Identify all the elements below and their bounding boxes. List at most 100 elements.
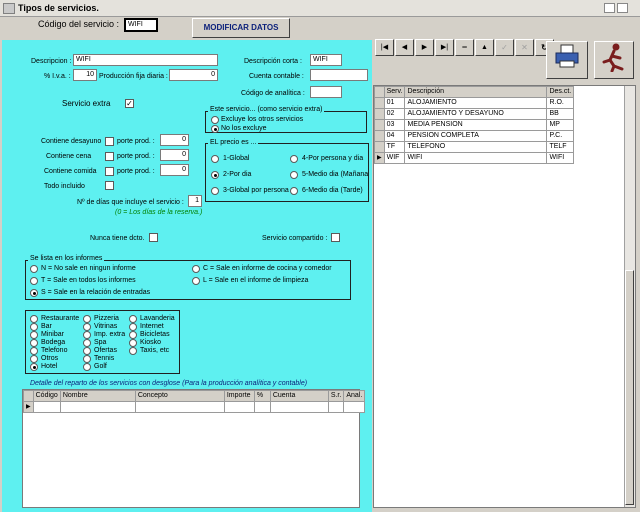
cell-desct[interactable]: BB <box>546 108 575 120</box>
categoria-radio-2-4[interactable] <box>129 347 137 355</box>
descripcion-input[interactable]: WIFI <box>73 54 218 66</box>
prev-record-icon[interactable]: ◀ <box>395 39 414 56</box>
col-codigo[interactable]: Código <box>32 390 61 402</box>
col-sr[interactable]: S.r. <box>327 390 345 402</box>
categoria-radio-2-0[interactable] <box>129 315 137 323</box>
informe-c-radio[interactable] <box>192 265 200 273</box>
col-nombre[interactable]: Nombre <box>59 390 136 402</box>
categoria-radio-1-5[interactable] <box>83 355 91 363</box>
cell-serv[interactable]: 01 <box>383 97 406 109</box>
table-row[interactable]: ▶ WIF WIFI WIFI <box>374 152 575 164</box>
desc-corta-input[interactable]: WIFI <box>310 54 342 66</box>
precio-medio-tarde-radio[interactable] <box>290 187 298 195</box>
produccion-input[interactable]: 0 <box>169 69 218 81</box>
col-importe[interactable]: Importe <box>223 390 255 402</box>
cell-desct[interactable]: P.C. <box>546 130 575 142</box>
last-record-icon[interactable]: ▶| <box>435 39 454 56</box>
col-descripcion[interactable]: Descripción <box>404 86 548 98</box>
col-porcentaje[interactable]: % <box>253 390 271 402</box>
iva-input[interactable]: 10 <box>73 69 97 81</box>
informe-l-radio[interactable] <box>192 277 200 285</box>
categoria-radio-1-3[interactable] <box>83 339 91 347</box>
categoria-radio-1-6[interactable] <box>83 363 91 371</box>
categoria-radio-0-1[interactable] <box>30 323 38 331</box>
modify-data-button[interactable]: MODIFICAR DATOS <box>192 18 290 38</box>
compartido-checkbox[interactable] <box>331 233 340 242</box>
post-record-icon[interactable]: ✓ <box>495 39 514 56</box>
categoria-radio-1-1[interactable] <box>83 323 91 331</box>
precio-persona-dia-radio[interactable] <box>290 155 298 163</box>
categoria-radio-0-6[interactable] <box>30 363 38 371</box>
first-record-icon[interactable]: |◀ <box>375 39 394 56</box>
exit-button[interactable] <box>594 41 634 79</box>
cell-desct[interactable]: MP <box>546 119 575 131</box>
cuenta-input[interactable] <box>310 69 368 81</box>
services-scrollbar-thumb[interactable] <box>625 270 634 505</box>
cell-descripcion[interactable]: PENSION COMPLETA <box>404 130 548 142</box>
informe-t-radio[interactable] <box>30 277 38 285</box>
categoria-radio-1-2[interactable] <box>83 331 91 339</box>
close-icon[interactable] <box>617 3 628 13</box>
categoria-radio-1-0[interactable] <box>83 315 91 323</box>
edit-record-icon[interactable]: ▲ <box>475 39 494 56</box>
col-concepto[interactable]: Concepto <box>134 390 225 402</box>
dias-input[interactable]: 1 <box>188 195 202 207</box>
precio-global-persona-radio[interactable] <box>211 187 219 195</box>
comida-checkbox[interactable] <box>105 167 114 176</box>
cancel-record-icon[interactable]: ✕ <box>515 39 534 56</box>
cell-serv[interactable]: TF <box>383 141 406 153</box>
cena-porte-input[interactable]: 0 <box>160 149 189 161</box>
table-row[interactable]: 01 ALOJAMIENTO R.O. <box>374 97 575 109</box>
cell-serv[interactable]: 04 <box>383 130 406 142</box>
categoria-radio-0-3[interactable] <box>30 339 38 347</box>
next-record-icon[interactable]: ▶ <box>415 39 434 56</box>
categoria-radio-0-0[interactable] <box>30 315 38 323</box>
categoria-radio-0-2[interactable] <box>30 331 38 339</box>
print-button[interactable] <box>546 41 588 79</box>
table-row[interactable]: 03 MEDIA PENSION MP <box>374 119 575 131</box>
no-excluye-radio[interactable] <box>211 125 219 133</box>
categoria-radio-2-2[interactable] <box>129 331 137 339</box>
cell-descripcion[interactable]: MEDIA PENSION <box>404 119 548 131</box>
todo-incluido-checkbox[interactable] <box>105 181 114 190</box>
precio-por-dia-radio[interactable] <box>211 171 219 179</box>
precio-global-radio[interactable] <box>211 155 219 163</box>
analitica-input[interactable] <box>310 86 342 98</box>
categoria-radio-2-1[interactable] <box>129 323 137 331</box>
cell-serv[interactable]: 02 <box>383 108 406 120</box>
categoria-radio-2-3[interactable] <box>129 339 137 347</box>
cell-desct[interactable]: TELF <box>546 141 575 153</box>
cell-descripcion[interactable]: ALOJAMIENTO <box>404 97 548 109</box>
categoria-radio-0-4[interactable] <box>30 347 38 355</box>
categoria-radio-0-5[interactable] <box>30 355 38 363</box>
col-anal[interactable]: Anal. <box>343 390 366 402</box>
cena-checkbox[interactable] <box>105 152 114 161</box>
desglose-new-row[interactable]: ▶ <box>23 401 366 413</box>
cell-serv[interactable]: 03 <box>383 119 406 131</box>
cell-descripcion[interactable]: TELEFONO <box>404 141 548 153</box>
informe-n-radio[interactable] <box>30 265 38 273</box>
delete-record-icon[interactable]: − <box>455 39 474 56</box>
desayuno-checkbox[interactable] <box>105 137 114 146</box>
nunca-dcto-checkbox[interactable] <box>149 233 158 242</box>
minimize-icon[interactable] <box>604 3 615 13</box>
table-row[interactable]: TF TELEFONO TELF <box>374 141 575 153</box>
col-cuenta[interactable]: Cuenta <box>269 390 329 402</box>
desayuno-porte-input[interactable]: 0 <box>160 134 189 146</box>
cell-descripcion[interactable]: ALOJAMIENTO Y DESAYUNO <box>404 108 548 120</box>
informe-s-radio[interactable] <box>30 289 38 297</box>
categoria-radio-1-4[interactable] <box>83 347 91 355</box>
col-serv[interactable]: Serv. <box>383 86 406 98</box>
excluye-radio[interactable] <box>211 116 219 124</box>
cell-serv[interactable]: WIF <box>383 152 406 164</box>
cell-desct[interactable]: WIFI <box>546 152 575 164</box>
table-row[interactable]: 04 PENSION COMPLETA P.C. <box>374 130 575 142</box>
comida-porte-input[interactable]: 0 <box>160 164 189 176</box>
cell-descripcion[interactable]: WIFI <box>404 152 548 164</box>
cell-desct[interactable]: R.O. <box>546 97 575 109</box>
table-row[interactable]: 02 ALOJAMIENTO Y DESAYUNO BB <box>374 108 575 120</box>
col-desct[interactable]: Des.ct. <box>546 86 575 98</box>
codigo-input[interactable]: WIFI <box>124 18 158 32</box>
servicio-extra-checkbox[interactable]: ✓ <box>125 99 134 108</box>
precio-medio-manana-radio[interactable] <box>290 171 298 179</box>
